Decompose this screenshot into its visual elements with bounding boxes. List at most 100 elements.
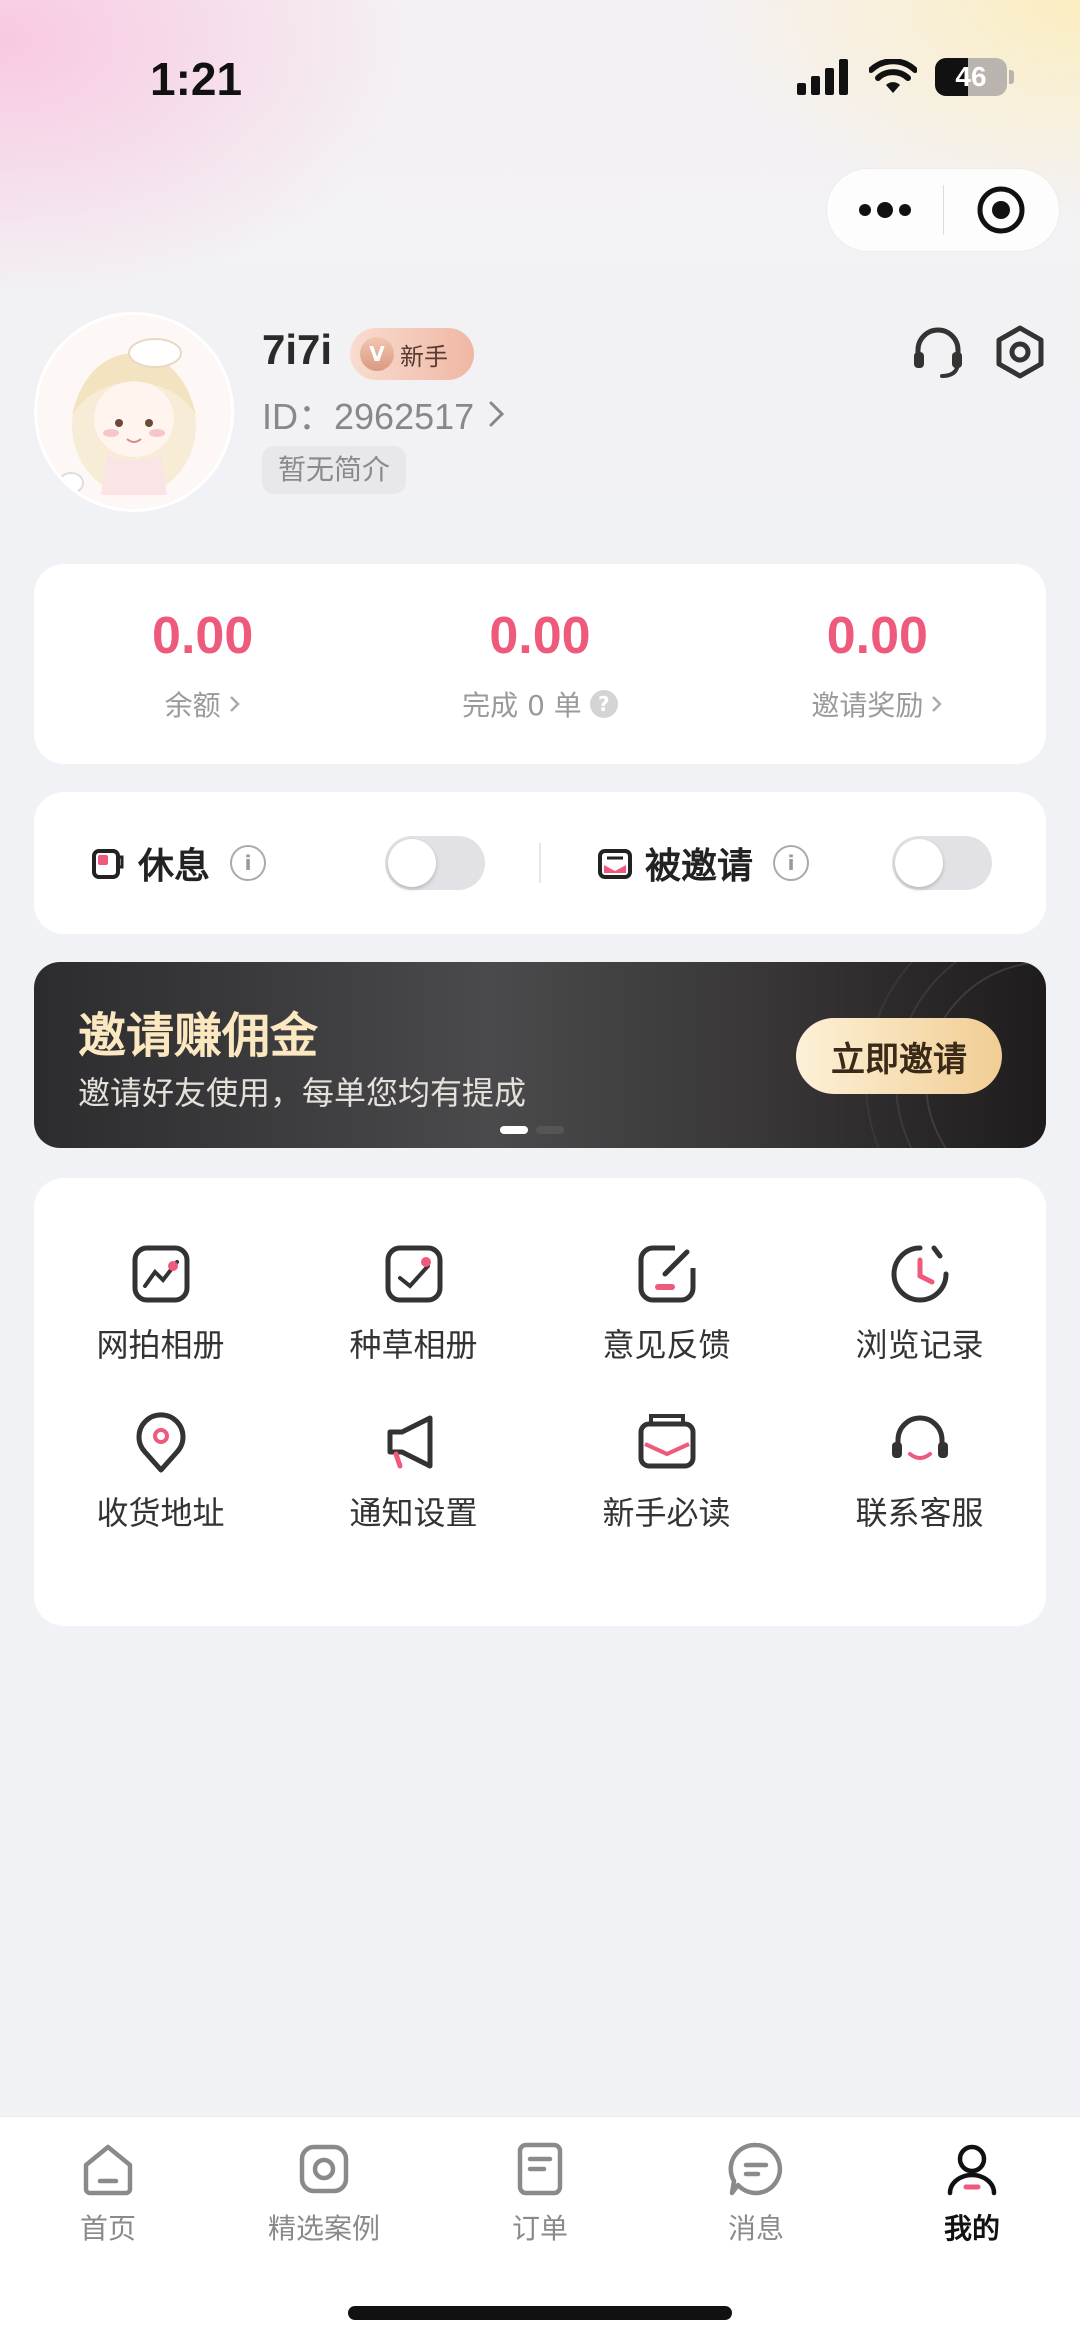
chevron-right-icon (229, 696, 240, 712)
menu-item-label: 通知设置 (349, 1494, 478, 1532)
battery-level: 46 (955, 61, 987, 92)
avatar-anime-girl-image (37, 315, 231, 509)
tab-home[interactable]: 首页 (0, 2117, 216, 2267)
help-question-icon[interactable]: ? (589, 690, 618, 718)
banner-subtitle: 邀请好友使用，每单您均有提成 (78, 1074, 527, 1112)
menu-item-label: 联系客服 (855, 1494, 984, 1532)
invite-banner[interactable]: 邀请赚佣金 邀请好友使用，每单您均有提成 立即邀请 (34, 962, 1046, 1148)
tab-orders[interactable]: 订单 (432, 2117, 648, 2267)
stat-invite-reward[interactable]: 0.00 邀请奖励 (709, 564, 1046, 764)
user-id-row[interactable]: ID：2962517 (262, 388, 506, 440)
tab-label: 我的 (943, 2212, 1000, 2245)
menu-item-address[interactable]: 收货地址 (34, 1410, 287, 1534)
settings-hexagon-icon (996, 325, 1044, 379)
switch-knob (388, 839, 436, 887)
mailbox-icon (638, 1414, 695, 1469)
battery-tip (1009, 70, 1014, 84)
wifi-icon (869, 59, 917, 93)
tab-label: 精选案例 (267, 2212, 380, 2245)
megaphone-icon (387, 1415, 432, 1469)
cellular-signal-icon (797, 59, 848, 95)
more-button[interactable] (827, 169, 943, 251)
headset-icon (914, 327, 962, 378)
envelope-icon (598, 849, 632, 879)
stat-label: 邀请奖励 (811, 689, 924, 722)
chevron-right-icon (489, 401, 505, 427)
stats-card: 0.00 余额 0.00 完成 0 单 ? 0.00 邀请奖励 (34, 564, 1046, 764)
invited-toggle-row: 被邀请 i (541, 792, 1046, 934)
history-clock-icon (891, 1245, 948, 1303)
level-badge-label: 新手 (400, 342, 448, 371)
info-icon[interactable]: i (230, 845, 267, 881)
carousel-indicator (500, 1126, 564, 1134)
invite-now-button[interactable]: 立即邀请 (796, 1018, 1002, 1094)
album-chart-icon (132, 1245, 189, 1303)
status-toggles-card: 休息 i 被邀请 i (34, 792, 1046, 934)
coffee-cup-icon (92, 849, 124, 879)
menu-item-label: 新手必读 (602, 1494, 731, 1532)
home-indicator (348, 2306, 732, 2320)
status-time: 1:21 (150, 53, 243, 105)
invited-label: 被邀请 (645, 846, 754, 887)
home-icon (83, 2144, 133, 2196)
carousel-dot-active (500, 1126, 528, 1134)
rest-label: 休息 (138, 846, 211, 887)
tab-messages[interactable]: 消息 (648, 2117, 864, 2267)
tab-featured-cases[interactable]: 精选案例 (216, 2117, 432, 2267)
bio-tag[interactable]: 暂无简介 (262, 446, 407, 494)
stat-label: 余额 (164, 689, 221, 722)
banner-title: 邀请赚佣金 (78, 1008, 319, 1064)
menu-item-feedback[interactable]: 意见反馈 (540, 1242, 793, 1366)
feedback-icon (638, 1245, 695, 1303)
avatar[interactable] (34, 312, 234, 512)
location-pin-icon (136, 1412, 185, 1473)
status-icons: 46 (797, 58, 1014, 96)
menu-item-notifications[interactable]: 通知设置 (287, 1410, 540, 1534)
services-menu-card: 网拍相册 种草相册 意见反馈 浏览记录 收货地址 通知设置 新手必读 联系客服 (34, 1178, 1046, 1626)
user-name: 7i7i (262, 326, 333, 373)
menu-item-album[interactable]: 网拍相册 (34, 1242, 287, 1366)
profile-icon (947, 2144, 997, 2196)
menu-item-label: 收货地址 (96, 1494, 225, 1532)
settings-button[interactable] (990, 322, 1050, 382)
menu-item-contact-support[interactable]: 联系客服 (793, 1410, 1046, 1534)
miniprogram-capsule (826, 168, 1060, 252)
menu-item-label: 浏览记录 (855, 1326, 984, 1364)
switch-knob (895, 839, 943, 887)
chevron-right-icon (932, 696, 943, 712)
close-miniprogram-button[interactable] (944, 169, 1060, 251)
tab-label: 消息 (727, 2212, 784, 2245)
menu-item-beginner-guide[interactable]: 新手必读 (540, 1410, 793, 1534)
stat-value: 0.00 (489, 607, 591, 665)
stat-balance[interactable]: 0.00 余额 (34, 564, 371, 764)
message-icon (728, 2142, 783, 2196)
headset-icon (891, 1415, 948, 1460)
featured-cases-icon (299, 2144, 349, 2194)
tab-label: 订单 (511, 2212, 568, 2245)
menu-item-history[interactable]: 浏览记录 (793, 1242, 1046, 1366)
more-dots-icon (858, 202, 911, 218)
menu-item-label: 种草相册 (349, 1326, 478, 1364)
battery-icon: 46 (935, 58, 1007, 96)
user-id-text: ID：2962517 (262, 396, 475, 437)
rest-switch[interactable] (385, 836, 485, 890)
customer-service-button[interactable] (908, 322, 968, 382)
carousel-dot (536, 1126, 564, 1134)
target-close-icon (977, 186, 1025, 234)
menu-item-seeding-album[interactable]: 种草相册 (287, 1242, 540, 1366)
stat-value: 0.00 (826, 607, 928, 665)
stat-completed[interactable]: 0.00 完成 0 单 ? (371, 564, 708, 764)
menu-item-label: 意见反馈 (602, 1326, 731, 1364)
level-badge: V 新手 (350, 328, 474, 380)
invited-switch[interactable] (892, 836, 992, 890)
album-check-icon (385, 1245, 442, 1303)
menu-item-label: 网拍相册 (96, 1326, 225, 1364)
stat-value: 0.00 (152, 607, 254, 665)
vip-v-icon: V (360, 337, 394, 371)
tab-profile[interactable]: 我的 (864, 2117, 1080, 2267)
rest-toggle-row: 休息 i (34, 792, 539, 934)
info-icon[interactable]: i (773, 845, 810, 881)
orders-icon (517, 2142, 563, 2196)
tab-label: 首页 (79, 2212, 136, 2245)
stat-label: 完成 0 单 (462, 689, 582, 722)
